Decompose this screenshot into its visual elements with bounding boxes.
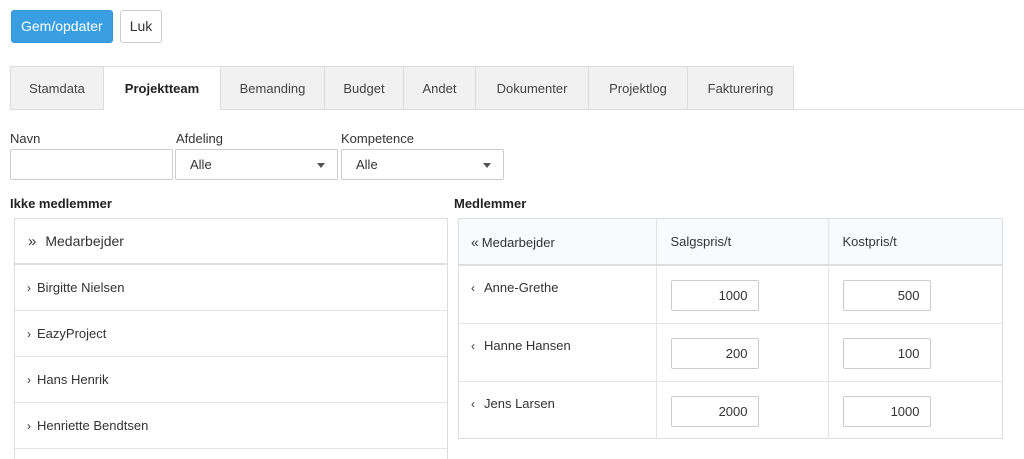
- members-column-employee: Medarbejder: [481, 234, 555, 250]
- sales-price-input[interactable]: [670, 395, 759, 427]
- employee-name: Henriette Bendtsen: [37, 418, 149, 433]
- table-row: ‹ Jens Larsen: [459, 381, 1002, 439]
- member-name: Hanne Hansen: [484, 337, 571, 353]
- chevron-right-icon: ›: [27, 280, 31, 295]
- department-filter-label: Afdeling: [176, 131, 223, 146]
- cost-price-input[interactable]: [842, 337, 931, 369]
- chevron-right-icon: ›: [27, 372, 31, 387]
- save-button[interactable]: Gem/opdater: [11, 10, 113, 43]
- chevron-down-icon: [483, 163, 491, 168]
- tab-budget[interactable]: Budget: [324, 66, 403, 110]
- members-table: «Medarbejder Salgspris/t Kostpris/t ‹ Ann…: [459, 219, 1002, 439]
- cost-price-input[interactable]: [842, 395, 931, 427]
- competence-select-value: Alle: [356, 157, 378, 172]
- member-name: Jens Larsen: [484, 395, 555, 411]
- tab-fakturering[interactable]: Fakturering: [687, 66, 794, 110]
- tab-projektteam[interactable]: Projektteam: [103, 66, 220, 111]
- list-item[interactable]: › Birgitte Nielsen: [15, 265, 447, 311]
- tab-stamdata[interactable]: Stamdata: [10, 66, 103, 110]
- tab-andet[interactable]: Andet: [403, 66, 475, 110]
- name-filter-label: Navn: [10, 131, 41, 146]
- non-members-column-header: Medarbejder: [45, 233, 124, 249]
- tab-projektlog[interactable]: Projektlog: [588, 66, 687, 110]
- toolbar: Gem/opdater Luk: [11, 10, 163, 43]
- list-item[interactable]: › Hans Henrik: [15, 357, 447, 403]
- close-button[interactable]: Luk: [119, 10, 163, 43]
- employee-name: Birgitte Nielsen: [37, 280, 125, 295]
- tab-bemanding[interactable]: Bemanding: [220, 66, 324, 110]
- department-select[interactable]: Alle: [175, 149, 338, 180]
- double-chevron-right-icon: »: [28, 232, 37, 250]
- non-members-panel: » Medarbejder › Birgitte Nielsen › EazyP…: [14, 218, 448, 459]
- sales-price-input[interactable]: [670, 337, 759, 369]
- tab-bar: Stamdata Projektteam Bemanding Budget An…: [10, 66, 1024, 111]
- non-members-title: Ikke medlemmer: [10, 196, 112, 211]
- competence-select[interactable]: Alle: [341, 149, 504, 180]
- members-title: Medlemmer: [454, 196, 527, 211]
- list-item[interactable]: › Henriette Bendtsen: [15, 403, 447, 449]
- department-select-value: Alle: [190, 157, 212, 172]
- members-column-cost-price: Kostpris/t: [828, 219, 1002, 266]
- sales-price-input[interactable]: [670, 280, 759, 311]
- member-name: Anne-Grethe: [484, 280, 559, 295]
- members-panel: «Medarbejder Salgspris/t Kostpris/t ‹ Ann…: [458, 218, 1003, 439]
- remove-all-members-header[interactable]: «Medarbejder: [459, 219, 657, 266]
- remove-member-cell[interactable]: ‹ Anne-Grethe: [459, 265, 657, 324]
- list-item[interactable]: › EazyProject: [15, 311, 447, 357]
- tab-dokumenter[interactable]: Dokumenter: [475, 66, 588, 110]
- employee-name: EazyProject: [37, 326, 107, 341]
- add-all-members-header[interactable]: » Medarbejder: [15, 219, 447, 265]
- name-filter-input[interactable]: [10, 149, 173, 180]
- chevron-left-icon: ‹: [471, 396, 475, 411]
- remove-member-cell[interactable]: ‹ Hanne Hansen: [459, 323, 657, 382]
- table-row: ‹ Anne-Grethe: [459, 265, 1002, 324]
- chevron-left-icon: ‹: [471, 338, 475, 353]
- remove-member-cell[interactable]: ‹ Jens Larsen: [459, 381, 657, 439]
- members-column-sales-price: Salgspris/t: [656, 219, 829, 266]
- chevron-down-icon: [317, 163, 325, 168]
- table-row: ‹ Hanne Hansen: [459, 323, 1002, 382]
- chevron-left-icon: ‹: [471, 281, 475, 295]
- cost-price-input[interactable]: [842, 280, 931, 311]
- chevron-right-icon: ›: [27, 326, 31, 341]
- chevron-right-icon: ›: [27, 418, 31, 433]
- competence-filter-label: Kompetence: [341, 131, 414, 146]
- employee-name: Hans Henrik: [37, 372, 109, 387]
- double-chevron-left-icon: «: [471, 233, 479, 250]
